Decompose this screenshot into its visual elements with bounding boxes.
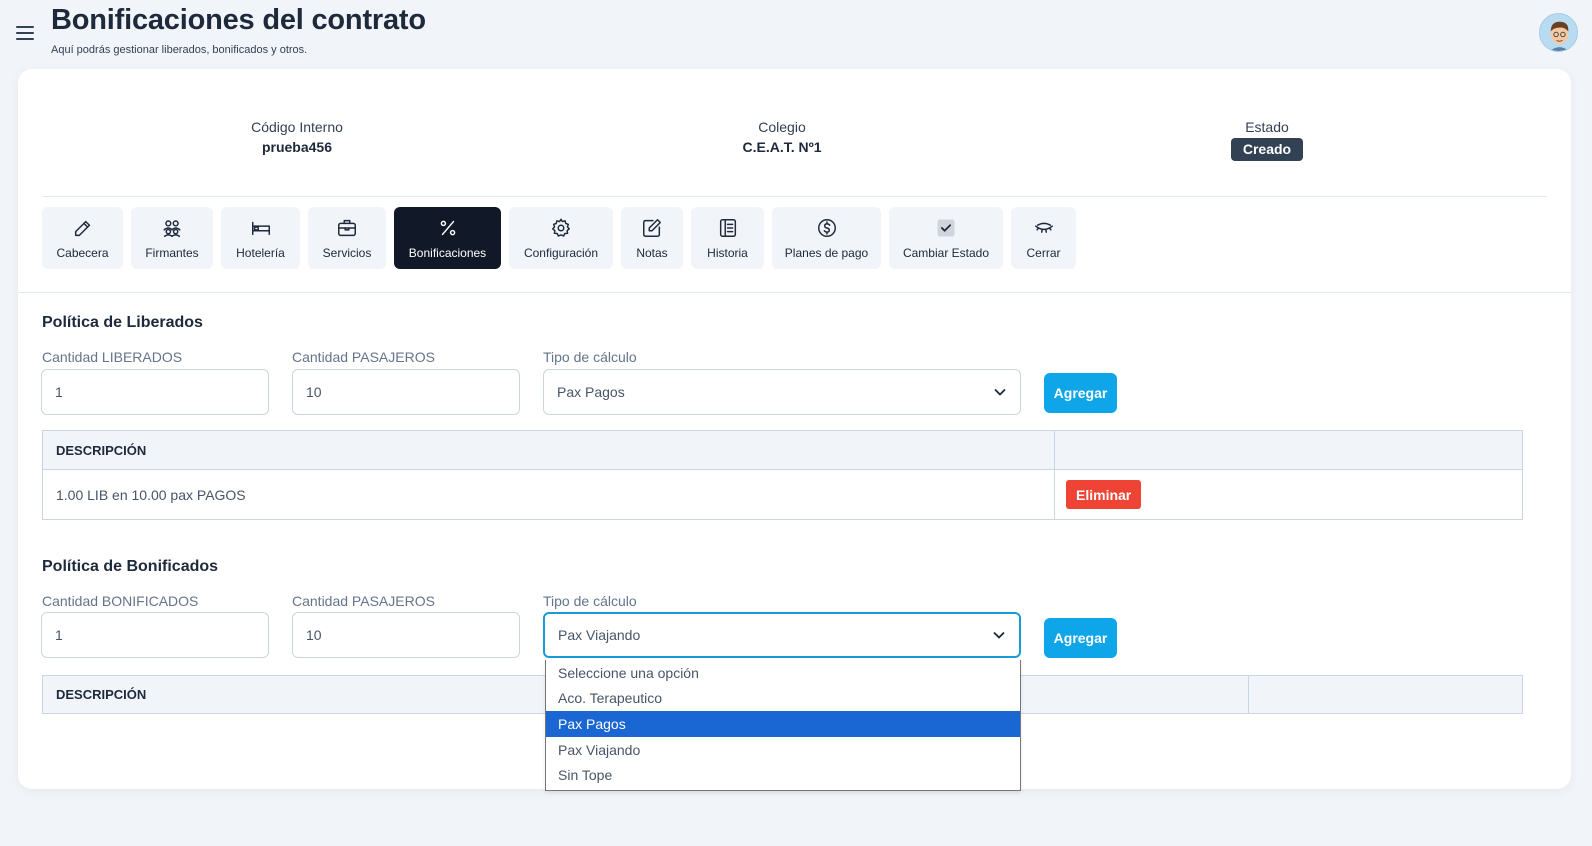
codigo-info: Código Interno prueba456 [147,119,447,155]
tab-label: Cabecera [56,246,109,260]
colegio-info: Colegio C.E.A.T. Nº1 [632,119,932,155]
tab-label: Bonificaciones [408,246,487,260]
tab-historia[interactable]: Historia [691,207,764,269]
menu-icon[interactable] [16,26,34,40]
bonificados-title: Política de Bonificados [42,558,219,575]
table-header: DESCRIPCIÓN [43,431,1522,470]
tab-cambiar-estado[interactable]: Cambiar Estado [889,207,1003,269]
tab-notas[interactable]: Notas [621,207,683,269]
gear-icon [552,218,570,237]
colegio-label: Colegio [758,119,806,135]
divider [18,292,1571,293]
codigo-label: Código Interno [251,119,343,135]
liberados-tipo-label: Tipo de cálculo [543,349,637,365]
bonificados-tipo-label: Tipo de cálculo [543,593,637,609]
tab-label: Hotelería [236,246,285,260]
pencil-icon [74,220,90,237]
users-icon [163,220,181,237]
bonificados-pasajeros-input[interactable] [292,612,520,658]
estado-info: Estado Creado [1117,119,1417,161]
colegio-value: C.E.A.T. Nº1 [742,139,822,155]
tab-configuracion[interactable]: Configuración [509,207,613,269]
document-list-icon [719,219,736,237]
percent-icon [440,220,455,236]
edit-note-icon [643,219,661,237]
page-subtitle: Aquí podrás gestionar liberados, bonific… [51,44,308,56]
tab-servicios[interactable]: Servicios [308,207,386,269]
row-descripcion: 1.00 LIB en 10.00 pax PAGOS [43,470,1055,519]
bonificados-add-button[interactable]: Agregar [1044,618,1117,658]
tab-label: Cerrar [1026,246,1061,260]
checkbox-icon [937,219,955,237]
tab-cabecera[interactable]: Cabecera [42,207,123,269]
liberados-add-button[interactable]: Agregar [1044,373,1117,413]
tab-hoteleria[interactable]: Hotelería [221,207,300,269]
dollar-circle-icon [817,219,836,237]
bonificados-tipo-value: Pax Viajando [558,627,641,643]
descripcion-header: DESCRIPCIÓN [43,431,1055,469]
dropdown-option[interactable]: Aco. Terapeutico [546,686,1020,712]
tab-bar: Cabecera Firmantes Hotelería Servicios B… [42,207,1076,269]
briefcase-icon [338,219,356,237]
tab-label: Planes de pago [784,246,869,260]
chevron-down-icon [993,631,1005,639]
bonificados-cantidad-label: Cantidad BONIFICADOS [42,593,199,609]
dropdown-option[interactable]: Pax Viajando [546,737,1020,763]
user-avatar[interactable] [1539,13,1578,52]
estado-label: Estado [1245,119,1289,135]
divider [42,196,1547,197]
bonificados-pasajeros-label: Cantidad PASAJEROS [292,593,435,609]
dropdown-option[interactable]: Sin Tope [546,762,1020,788]
table-row: 1.00 LIB en 10.00 pax PAGOS Eliminar [43,470,1522,519]
status-badge: Creado [1230,138,1304,161]
page-title: Bonificaciones del contrato [51,4,426,36]
liberados-cantidad-input[interactable] [41,369,269,415]
liberados-table: DESCRIPCIÓN 1.00 LIB en 10.00 pax PAGOS … [42,430,1523,520]
top-bar: Bonificaciones del contrato Aquí podrás … [0,0,1592,68]
delete-button[interactable]: Eliminar [1066,480,1142,509]
tipo-calculo-dropdown[interactable]: Seleccione una opción Aco. Terapeutico P… [545,660,1021,791]
bed-icon [251,221,270,236]
tab-label: Configuración [523,246,599,260]
row-actions: Eliminar [1055,470,1142,519]
bonificados-tipo-select[interactable]: Pax Viajando [543,612,1021,658]
liberados-pasajeros-input[interactable] [292,369,520,415]
tab-label: Historia [707,246,748,260]
tab-label: Cambiar Estado [902,246,990,260]
tab-planes-de-pago[interactable]: Planes de pago [772,207,881,269]
liberados-cantidad-label: Cantidad LIBERADOS [42,349,183,365]
tab-label: Notas [636,246,668,260]
bonificados-cantidad-input[interactable] [41,612,269,658]
dropdown-option[interactable]: Seleccione una opción [546,660,1020,686]
tab-label: Servicios [322,246,372,260]
tab-label: Firmantes [145,246,199,260]
dropdown-option-highlighted[interactable]: Pax Pagos [546,711,1020,737]
chevron-down-icon [994,388,1006,396]
tab-cerrar[interactable]: Cerrar [1011,207,1076,269]
liberados-pasajeros-label: Cantidad PASAJEROS [292,349,435,365]
tab-firmantes[interactable]: Firmantes [131,207,213,269]
closed-eye-icon [1034,222,1053,233]
codigo-value: prueba456 [261,139,333,155]
liberados-tipo-select[interactable]: Pax Pagos [543,369,1021,415]
liberados-title: Política de Liberados [42,314,203,331]
liberados-tipo-value: Pax Pagos [557,384,625,400]
tab-bonificaciones[interactable]: Bonificaciones [394,207,501,269]
